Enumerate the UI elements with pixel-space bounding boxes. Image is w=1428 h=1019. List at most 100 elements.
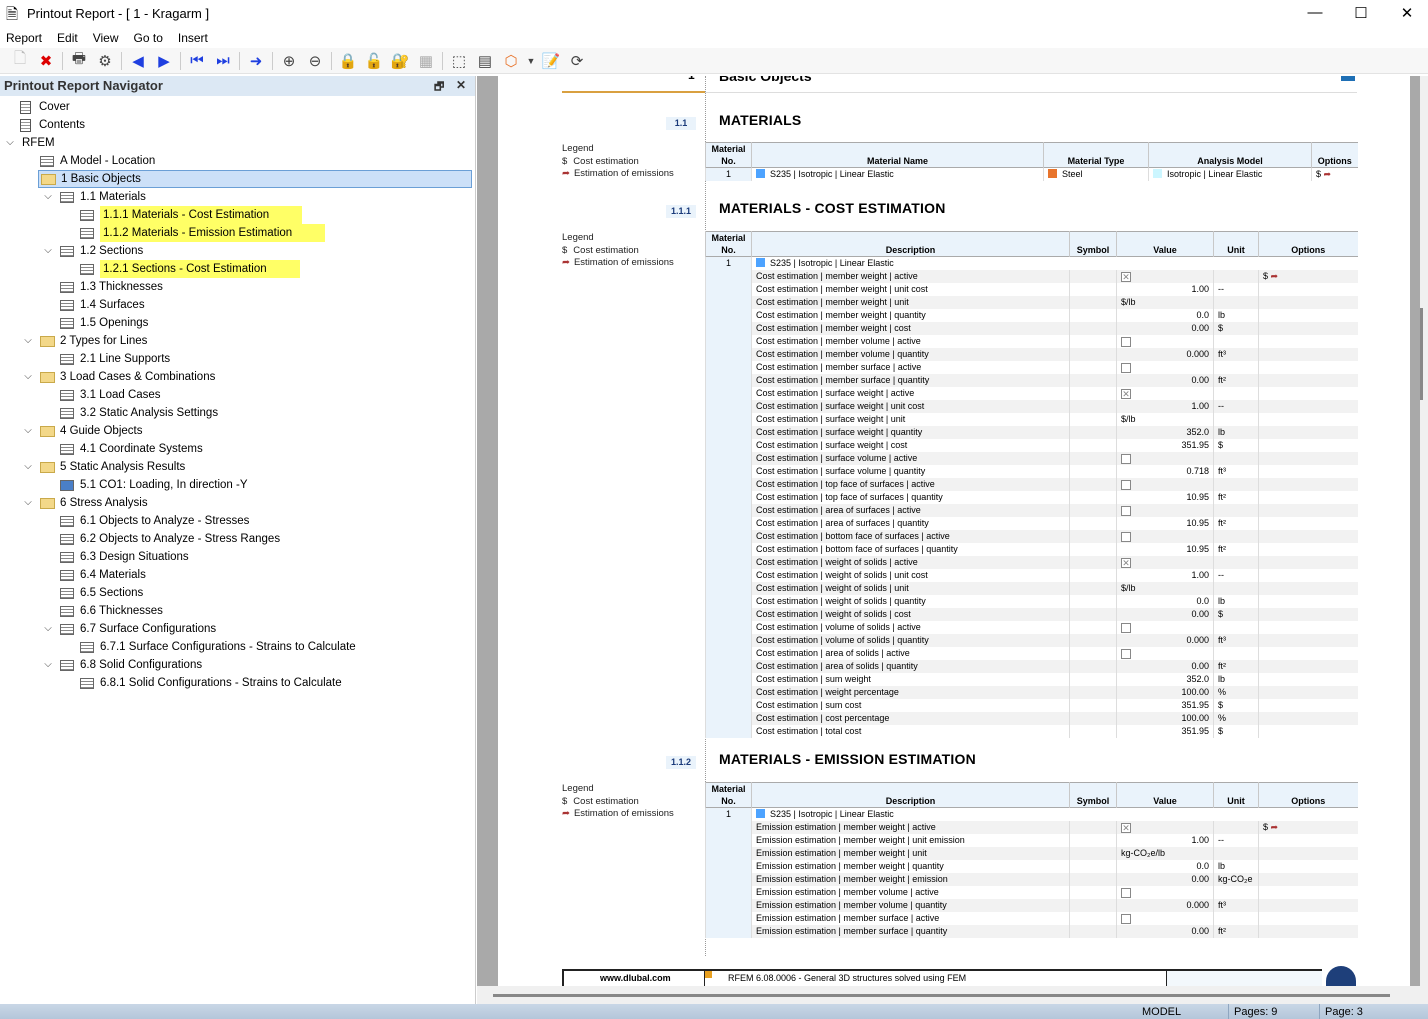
float-icon[interactable]: 🗗: [434, 78, 444, 97]
checkbox[interactable]: ✕: [1116, 386, 1214, 400]
nav-item[interactable]: ⌵ 2 Types for Lines: [22, 332, 147, 350]
chevron-down-icon[interactable]: ⌵: [22, 494, 34, 512]
window-title: Printout Report - [ 1 - Kragarm ]: [27, 6, 210, 21]
dropdown-icon[interactable]: ▼: [527, 51, 536, 71]
chevron-down-icon[interactable]: ⌵: [4, 134, 16, 152]
nav-item[interactable]: 1.4 Surfaces: [42, 296, 145, 314]
chevron-down-icon[interactable]: ⌵: [22, 332, 34, 350]
open-icon[interactable]: 🗋: [10, 50, 30, 71]
unlock-icon[interactable]: 🔓: [364, 51, 384, 71]
zoom-in-icon[interactable]: ⊕: [279, 51, 299, 71]
refresh-icon[interactable]: ⟳: [567, 51, 587, 71]
nav-item[interactable]: 1.5 Openings: [42, 314, 148, 332]
nav-item[interactable]: 5.1 CO1: Loading, In direction -Y: [42, 476, 248, 494]
nav-item-label: 6.8 Solid Configurations: [80, 659, 203, 671]
previous-page-icon[interactable]: ◀: [128, 51, 148, 71]
nav-item[interactable]: 1.2.1 Sections - Cost Estimation: [62, 260, 300, 278]
next-page-icon[interactable]: ▶: [154, 51, 174, 71]
checkbox[interactable]: [1116, 334, 1214, 348]
delete-icon[interactable]: ✖: [36, 51, 56, 71]
export-icon[interactable]: ⬡: [501, 51, 521, 71]
nav-item[interactable]: 3.1 Load Cases: [42, 386, 161, 404]
nav-item[interactable]: ⌵ 1.1 Materials: [42, 188, 146, 206]
menu-view[interactable]: View: [93, 29, 119, 47]
print-setup-icon[interactable]: ⚙: [95, 51, 115, 71]
checkbox[interactable]: ✕: [1116, 820, 1214, 834]
nav-item[interactable]: ⌵ 3 Load Cases & Combinations: [22, 368, 215, 386]
vertical-scrollbar[interactable]: [1420, 76, 1428, 986]
nav-item[interactable]: 6.7.1 Surface Configurations - Strains t…: [62, 638, 356, 656]
nav-item[interactable]: Cover: [2, 98, 70, 116]
chevron-down-icon[interactable]: ⌵: [22, 368, 34, 386]
maximize-button[interactable]: ☐: [1346, 4, 1376, 22]
nav-item[interactable]: 2.1 Line Supports: [42, 350, 170, 368]
menu-edit[interactable]: Edit: [57, 29, 78, 47]
options: [1258, 898, 1358, 912]
nav-item[interactable]: ⌵ 6 Stress Analysis: [22, 494, 147, 512]
minimize-button[interactable]: —: [1300, 4, 1330, 21]
checkbox[interactable]: [1116, 529, 1214, 543]
nav-item[interactable]: 6.3 Design Situations: [42, 548, 189, 566]
chevron-down-icon[interactable]: ⌵: [22, 422, 34, 440]
unit: [1213, 820, 1259, 834]
nav-item[interactable]: 6.1 Objects to Analyze - Stresses: [42, 512, 249, 530]
menu-go-to[interactable]: Go to: [134, 29, 163, 47]
close-panel-icon[interactable]: ✕: [456, 78, 466, 92]
checkbox[interactable]: [1116, 911, 1214, 925]
nav-item[interactable]: 1.1.1 Materials - Cost Estimation: [62, 206, 303, 224]
page-setup-icon[interactable]: ⬚: [449, 51, 469, 71]
print-icon[interactable]: 🖶: [69, 50, 89, 71]
nav-item[interactable]: ⌵ 6.8 Solid Configurations: [42, 656, 202, 674]
nav-item[interactable]: ⌵ 6.7 Surface Configurations: [42, 620, 216, 638]
chevron-down-icon[interactable]: ⌵: [42, 620, 54, 638]
lock-refresh-icon[interactable]: 🔐: [390, 51, 410, 71]
header-icon[interactable]: ▤: [475, 51, 495, 71]
checkbox[interactable]: [1116, 620, 1214, 634]
checkbox[interactable]: [1116, 646, 1214, 660]
chevron-down-icon[interactable]: ⌵: [42, 188, 54, 206]
chevron-down-icon[interactable]: ⌵: [22, 458, 34, 476]
edit-icon[interactable]: 📝: [541, 51, 561, 71]
checkbox[interactable]: [1116, 503, 1214, 517]
chevron-down-icon[interactable]: ⌵: [42, 656, 54, 674]
nav-item[interactable]: A Model - Location: [22, 152, 155, 170]
nav-item[interactable]: 1.3 Thicknesses: [42, 278, 163, 296]
nav-item[interactable]: ⌵ 4 Guide Objects: [22, 422, 142, 440]
table-icon[interactable]: ▦: [416, 51, 436, 71]
nav-item[interactable]: 6.4 Materials: [42, 566, 146, 584]
nav-item[interactable]: Contents: [2, 116, 85, 134]
options: [1258, 659, 1358, 673]
nav-item[interactable]: 6.2 Objects to Analyze - Stress Ranges: [42, 530, 280, 548]
nav-item[interactable]: 6.6 Thicknesses: [42, 602, 163, 620]
checkbox[interactable]: ✕: [1116, 269, 1214, 283]
section-number: 1.1.1: [666, 205, 696, 218]
nav-item[interactable]: 1 Basic Objects: [38, 170, 472, 188]
nav-item[interactable]: 6.8.1 Solid Configurations - Strains to …: [62, 674, 342, 692]
checkbox[interactable]: ✕: [1116, 555, 1214, 569]
checkbox[interactable]: [1116, 451, 1214, 465]
nav-item-label: 1.1.1 Materials - Cost Estimation: [100, 206, 303, 224]
checkbox[interactable]: [1116, 477, 1214, 491]
first-page-icon[interactable]: ⏮: [187, 51, 207, 71]
last-page-icon[interactable]: ⏭: [213, 51, 233, 71]
vertical-scroll-thumb[interactable]: [1420, 308, 1423, 400]
nav-item[interactable]: 3.2 Static Analysis Settings: [42, 404, 218, 422]
menu-report[interactable]: Report: [6, 29, 42, 47]
lock-icon[interactable]: 🔒: [338, 51, 358, 71]
nav-item[interactable]: ⌵ RFEM: [4, 134, 54, 152]
nav-item[interactable]: 4.1 Coordinate Systems: [42, 440, 203, 458]
menu-insert[interactable]: Insert: [178, 29, 208, 47]
nav-item-label: Contents: [39, 119, 86, 131]
horizontal-scroll-thumb[interactable]: [493, 994, 1390, 997]
chevron-down-icon[interactable]: ⌵: [42, 242, 54, 260]
checkbox[interactable]: [1116, 885, 1214, 899]
checkbox[interactable]: [1116, 360, 1214, 374]
nav-item[interactable]: ⌵ 5 Static Analysis Results: [22, 458, 185, 476]
zoom-out-icon[interactable]: ⊖: [305, 51, 325, 71]
go-to-page-icon[interactable]: ➜: [246, 51, 266, 71]
nav-item[interactable]: ⌵ 1.2 Sections: [42, 242, 143, 260]
close-button[interactable]: ✕: [1392, 4, 1422, 22]
nav-item[interactable]: 1.1.2 Materials - Emission Estimation: [62, 224, 326, 242]
folder-icon: [40, 335, 55, 347]
nav-item[interactable]: 6.5 Sections: [42, 584, 143, 602]
